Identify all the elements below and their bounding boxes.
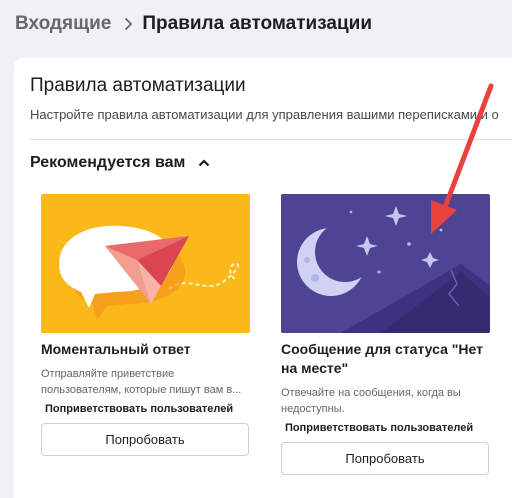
breadcrumb: Входящие Правила автоматизации <box>15 11 372 37</box>
automation-panel: Правила автоматизации Настройте правила … <box>14 58 512 498</box>
page-subtitle: Настройте правила автоматизации для упра… <box>30 107 499 122</box>
card-description: Отправляйте приветствие пользователям, к… <box>41 368 242 396</box>
breadcrumb-inbox-link[interactable]: Входящие <box>15 13 111 35</box>
chevron-right-icon <box>124 17 133 31</box>
away-message-try-button[interactable]: Попробовать <box>281 442 489 475</box>
card-badge: Поприветствовать пользователей <box>285 422 474 434</box>
recommended-section-header: Рекомендуется вам <box>30 151 210 175</box>
card-title: Моментальный ответ <box>41 341 191 357</box>
instant-reply-card: Моментальный ответ Отправляйте приветств… <box>41 194 251 456</box>
divider <box>30 139 512 140</box>
card-badge: Поприветствовать пользователей <box>45 403 234 415</box>
away-message-card: Сообщение для статуса "Нет на месте" Отв… <box>281 194 491 475</box>
card-description: Отвечайте на сообщения, когда вы недосту… <box>281 387 461 415</box>
instant-reply-illustration <box>41 194 250 333</box>
page-title: Правила автоматизации <box>30 75 246 96</box>
away-message-illustration <box>281 194 490 333</box>
card-title: Сообщение для статуса "Нет на месте" <box>281 341 483 376</box>
instant-reply-try-button[interactable]: Попробовать <box>41 423 249 456</box>
breadcrumb-current: Правила автоматизации <box>142 13 373 34</box>
chevron-up-icon[interactable] <box>198 159 210 167</box>
section-title: Рекомендуется вам <box>30 154 186 171</box>
